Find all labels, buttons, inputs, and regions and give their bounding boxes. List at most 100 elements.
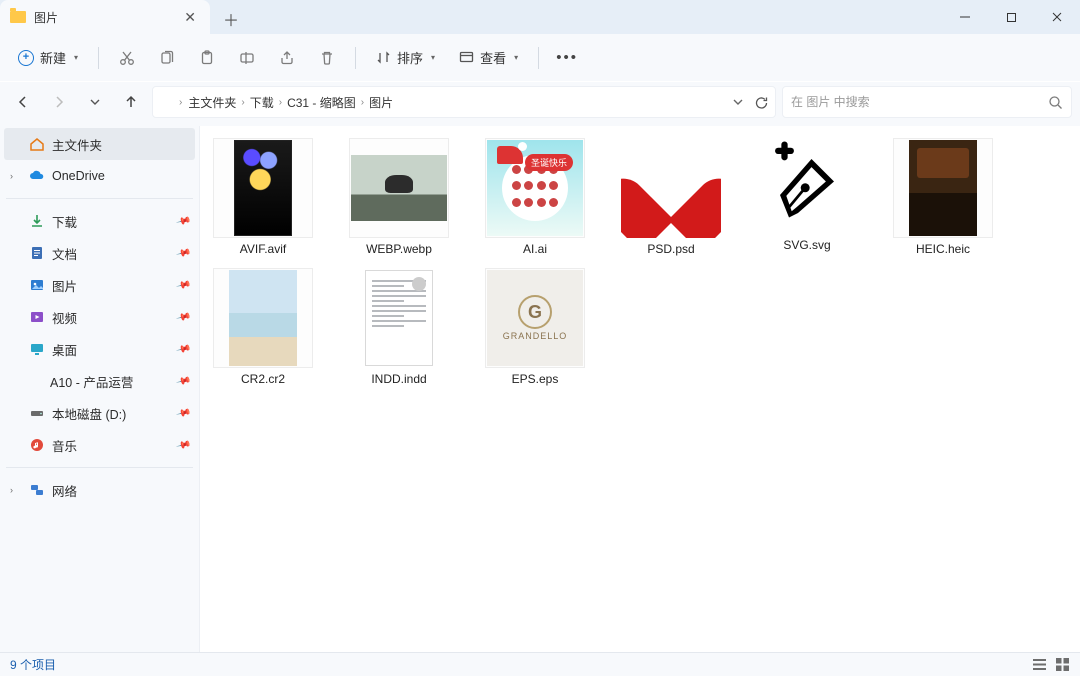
file-thumbnail [621, 138, 721, 238]
up-button[interactable] [116, 87, 146, 117]
sidebar-item-music[interactable]: 音乐 📌 [4, 429, 195, 461]
file-item[interactable]: 圣诞快乐 AI.ai [482, 134, 588, 260]
expand-icon[interactable]: › [10, 485, 22, 495]
file-item[interactable]: CR2.cr2 [210, 264, 316, 390]
folder-icon [10, 11, 26, 23]
file-thumbnail: 圣诞快乐 [485, 138, 585, 238]
sidebar-item-label: 图片 [52, 276, 77, 295]
share-icon [279, 50, 295, 66]
file-thumbnail [759, 138, 855, 234]
sidebar-item-onedrive[interactable]: › OneDrive [4, 160, 195, 192]
sort-label: 排序 [397, 48, 423, 67]
breadcrumb-item[interactable]: C31 - 缩略图 [287, 94, 356, 111]
search-icon [1048, 95, 1063, 110]
sidebar-item-label: A10 - 产品运营 [50, 372, 133, 391]
arrow-up-icon [123, 94, 139, 110]
status-count: 9 个项目 [10, 656, 56, 673]
search-input[interactable] [791, 95, 1048, 109]
breadcrumb-item[interactable]: 下载 [250, 94, 274, 111]
pictures-icon [29, 277, 45, 293]
file-item[interactable]: HEIC.heic [890, 134, 996, 260]
file-name: AI.ai [523, 242, 547, 256]
delete-button[interactable] [309, 42, 345, 74]
copy-button[interactable] [149, 42, 185, 74]
paste-icon [199, 50, 215, 66]
sidebar-item-folder-a10[interactable]: A10 - 产品运营 📌 [4, 365, 195, 397]
rename-button[interactable] [229, 42, 265, 74]
paste-button[interactable] [189, 42, 225, 74]
sidebar-item-home[interactable]: 主文件夹 [4, 128, 195, 160]
sort-icon [376, 50, 391, 65]
thumbnail-text: GRANDELLO [503, 331, 568, 341]
more-button[interactable]: ••• [549, 42, 585, 74]
sidebar-item-drive-d[interactable]: 本地磁盘 (D:) 📌 [4, 397, 195, 429]
expand-icon[interactable]: › [10, 171, 22, 181]
maximize-icon [1006, 12, 1017, 23]
sort-button[interactable]: 排序 ▾ [366, 42, 445, 74]
chevron-down-icon: ▾ [431, 53, 435, 62]
chevron-right-icon: › [279, 97, 282, 108]
file-item[interactable]: AVIF.avif [210, 134, 316, 260]
download-icon [29, 213, 45, 229]
sidebar-item-documents[interactable]: 文档 📌 [4, 237, 195, 269]
breadcrumb-item[interactable]: 图片 [369, 94, 393, 111]
tab-close-button[interactable]: ✕ [180, 7, 200, 28]
forward-button[interactable] [44, 87, 74, 117]
file-name: PSD.psd [647, 242, 694, 256]
file-item[interactable]: INDD.indd [346, 264, 452, 390]
cloud-icon [29, 168, 45, 184]
details-view-icon[interactable] [1032, 657, 1047, 672]
file-thumbnail: G GRANDELLO [485, 268, 585, 368]
chevron-down-icon[interactable] [732, 96, 744, 108]
share-button[interactable] [269, 42, 305, 74]
sidebar-item-downloads[interactable]: 下载 📌 [4, 205, 195, 237]
sidebar-item-pictures[interactable]: 图片 📌 [4, 269, 195, 301]
back-button[interactable] [8, 87, 38, 117]
chevron-down-icon: ▾ [74, 53, 78, 62]
music-icon [29, 437, 45, 453]
pin-icon: 📌 [175, 405, 191, 421]
sidebar-item-label: 本地磁盘 (D:) [52, 404, 126, 423]
file-item[interactable]: PSD.psd [618, 134, 724, 260]
file-item[interactable]: WEBP.webp [346, 134, 452, 260]
search-box[interactable] [782, 86, 1072, 118]
sidebar-item-label: 视频 [52, 308, 77, 327]
delete-icon [319, 50, 335, 66]
cut-button[interactable] [109, 42, 145, 74]
breadcrumb-item[interactable]: 主文件夹 [188, 94, 236, 111]
new-tab-button[interactable]: ＋ [214, 4, 248, 34]
minimize-icon [959, 11, 971, 23]
recent-locations-button[interactable] [80, 87, 110, 117]
close-button[interactable] [1034, 0, 1080, 34]
view-label: 查看 [480, 48, 506, 67]
maximize-button[interactable] [988, 0, 1034, 34]
view-icon [459, 50, 474, 65]
new-button[interactable]: + 新建 ▾ [8, 42, 88, 74]
file-name: WEBP.webp [366, 242, 432, 256]
refresh-icon[interactable] [754, 95, 769, 110]
content-area: AVIF.avif WEBP.webp 圣诞快乐 AI.ai PSD. [200, 126, 1080, 652]
file-item[interactable]: SVG.svg [754, 134, 860, 260]
toolbar: + 新建 ▾ 排序 ▾ 查看 ▾ ••• [0, 34, 1080, 82]
sidebar-item-desktop[interactable]: 桌面 📌 [4, 333, 195, 365]
sidebar-item-videos[interactable]: 视频 📌 [4, 301, 195, 333]
minimize-button[interactable] [942, 0, 988, 34]
file-thumbnail [893, 138, 993, 238]
sidebar-item-network[interactable]: › 网络 [4, 474, 195, 506]
sidebar: 主文件夹 › OneDrive 下载 📌 文档 📌 图片 📌 [0, 126, 200, 652]
pin-icon: 📌 [175, 341, 191, 357]
status-bar: 9 个项目 [0, 652, 1080, 676]
chevron-right-icon: › [361, 97, 364, 108]
file-thumbnail [213, 138, 313, 238]
thumbnails-view-icon[interactable] [1055, 657, 1070, 672]
file-item[interactable]: G GRANDELLO EPS.eps [482, 264, 588, 390]
file-name: AVIF.avif [240, 242, 286, 256]
file-name: INDD.indd [371, 372, 426, 386]
chevron-right-icon: › [241, 97, 244, 108]
file-name: EPS.eps [512, 372, 559, 386]
address-bar[interactable]: › 主文件夹› 下载› C31 - 缩略图› 图片 [152, 86, 776, 118]
window-tab[interactable]: 图片 ✕ [0, 0, 210, 34]
pen-nib-icon [762, 141, 852, 231]
view-button[interactable]: 查看 ▾ [449, 42, 528, 74]
file-grid: AVIF.avif WEBP.webp 圣诞快乐 AI.ai PSD. [204, 134, 1076, 390]
